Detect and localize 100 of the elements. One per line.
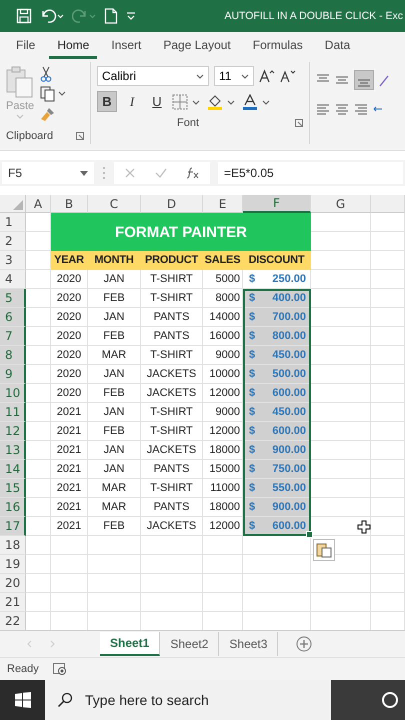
drag-handle-icon[interactable] [102,166,106,180]
table-cell: 12000 [203,422,243,441]
decrease-font-icon[interactable] [280,69,296,83]
empty-cell [141,555,203,574]
undo-icon[interactable] [40,8,64,24]
bold-button[interactable]: B [97,91,117,112]
new-document-icon[interactable] [104,8,118,24]
table-cell: 2021 [51,498,88,517]
column-header[interactable]: D [141,195,203,213]
ribbon-tab[interactable]: Insert [103,34,150,58]
row-header[interactable]: 18 [0,536,26,555]
table-header: PRODUCT [141,251,203,270]
table-cell: 2021 [51,422,88,441]
ribbon-tab[interactable]: Formulas [244,34,311,58]
increase-font-icon[interactable] [259,69,275,83]
add-sheet-icon[interactable] [296,636,312,652]
name-box[interactable]: F5 [2,162,94,184]
fill-color-icon[interactable] [207,94,237,110]
empty-cell [243,574,311,593]
column-header[interactable]: G [311,195,371,213]
dialog-launcher-icon[interactable] [76,132,84,140]
row-header[interactable]: 7 [0,327,26,346]
table-cell: 10000 [203,365,243,384]
row-header[interactable]: 13 [0,441,26,460]
row-header[interactable]: 9 [0,365,26,384]
font-size-dropdown[interactable]: 11 [214,66,254,86]
row-header[interactable]: 22 [0,612,26,630]
column-header[interactable]: C [88,195,141,213]
row-header[interactable]: 19 [0,555,26,574]
column-header[interactable]: A [26,195,51,213]
row-header[interactable]: 8 [0,346,26,365]
table-cell: JAN [88,308,141,327]
font-color-icon[interactable] [242,94,272,110]
table-cell: 2021 [51,479,88,498]
copy-icon[interactable] [40,86,66,102]
row-header[interactable]: 20 [0,574,26,593]
row-header[interactable]: 12 [0,422,26,441]
table-cell: 8000 [203,289,243,308]
column-header[interactable]: B [51,195,88,213]
row-header[interactable]: 10 [0,384,26,403]
ribbon-tab[interactable]: Page Layout [155,34,239,58]
borders-icon[interactable] [172,94,202,110]
align-center-icon[interactable] [335,102,349,116]
paste-options-icon[interactable] [313,539,335,561]
row-header[interactable]: 16 [0,498,26,517]
row-header[interactable]: 14 [0,460,26,479]
ribbon-tab[interactable]: Data [316,34,358,58]
empty-cell [311,270,371,289]
search-box[interactable]: Type here to search [45,680,331,720]
table-cell: FEB [88,327,141,346]
table-cell: JAN [88,441,141,460]
dialog-launcher-icon[interactable] [295,119,303,127]
caret-icon[interactable] [80,170,88,176]
status-text: Ready [7,663,39,675]
empty-cell [203,555,243,574]
row-header[interactable]: 4 [0,270,26,289]
table-cell: FEB [88,384,141,403]
row-header[interactable]: 6 [0,308,26,327]
caret-icon[interactable] [196,74,204,78]
align-left-icon[interactable] [316,102,330,116]
insert-function-icon[interactable] [186,167,200,179]
table-cell: JACKETS [141,517,203,536]
table-cell: 18000 [203,441,243,460]
customize-toolbar-icon[interactable] [126,11,136,21]
empty-cell [371,479,405,498]
formula-field[interactable]: =E5*0.05 [218,162,403,184]
sheet-tab[interactable]: Sheet3 [219,632,278,656]
row-header[interactable]: 21 [0,593,26,612]
row-header[interactable]: 1 [0,213,26,232]
table-cell: T-SHIRT [141,346,203,365]
column-header[interactable]: E [203,195,243,213]
row-header[interactable]: 17 [0,517,26,536]
align-right-icon[interactable] [354,102,368,116]
clipboard-icon[interactable] [6,66,34,98]
empty-cell [371,574,405,593]
column-header[interactable]: F [243,195,311,213]
windows-start-icon[interactable] [14,692,30,708]
table-cell: T-SHIRT [141,403,203,422]
caret-icon[interactable] [241,74,249,78]
table-cell: T-SHIRT [141,422,203,441]
cortana-icon[interactable] [381,691,399,709]
row-header[interactable]: 11 [0,403,26,422]
row-header[interactable]: 15 [0,479,26,498]
table-header: MONTH [88,251,141,270]
underline-button[interactable]: U [147,91,167,112]
row-header[interactable]: 3 [0,251,26,270]
group-label: Clipboard [6,130,54,142]
table-cell: PANTS [141,460,203,479]
scissors-icon[interactable] [40,66,52,82]
sheet-tab[interactable]: Sheet1 [100,632,160,656]
orientation-icon[interactable] [379,73,389,87]
row-header[interactable]: 5 [0,289,26,308]
macro-recording-icon[interactable] [52,663,67,675]
row-header[interactable]: 2 [0,232,26,251]
cross-cursor-icon [357,520,371,534]
save-icon[interactable] [16,8,32,24]
font-name-dropdown[interactable]: Calibri [97,66,209,86]
italic-button[interactable]: I [122,91,142,112]
ribbon-tab[interactable]: File [8,34,44,58]
sheet-tab[interactable]: Sheet2 [160,632,220,656]
